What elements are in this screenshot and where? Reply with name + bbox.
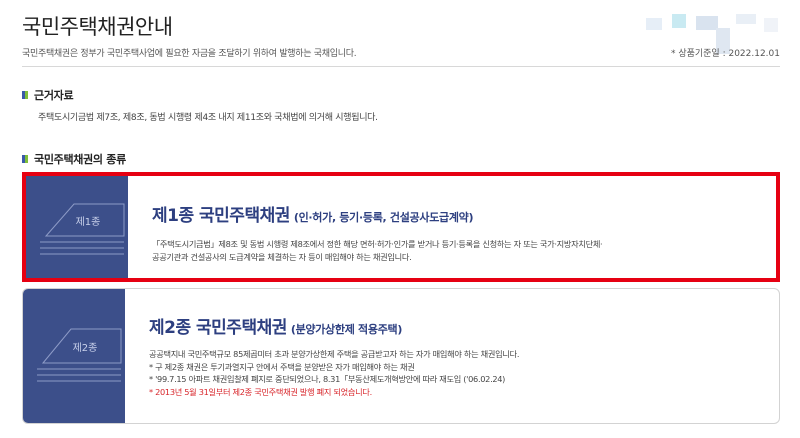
bond-type-2-description: 공공택지내 국민주택규모 85제곱미터 초과 분양가상한제 주택을 공급받고자 … bbox=[149, 348, 769, 398]
bond-type-1-badge: 제1종 bbox=[26, 176, 128, 278]
bond-type-1-title-text: 제1종 국민주택채권 bbox=[152, 206, 290, 226]
page-subtitle: 국민주택채권은 정부가 국민주택사업에 필요한 자금을 조달하기 위하여 발행하… bbox=[22, 49, 357, 59]
reference-date: * 상품기준일 : 2022.12.01 bbox=[670, 49, 780, 59]
bond-type-1-title: 제1종 국민주택채권 (인·허가, 등기·등록, 건설공사도급계약) bbox=[152, 201, 766, 226]
bond-type-2-title: 제2종 국민주택채권 (분양가상한제 적용주택) bbox=[149, 313, 769, 338]
bond-type-1-description: 「주택도시기금법」제8조 및 동법 시행령 제8조에서 정한 해당 면허·허가·… bbox=[152, 238, 766, 263]
bond-type-1-card[interactable]: 제1종 제1종 국민주택채권 (인·허가, 등기·등록, 건설공사도급계약) 「주… bbox=[22, 172, 780, 282]
bond-type-2-card[interactable]: 제2종 제2종 국민주택채권 (분양가상한제 적용주택) 공공택지내 국민주택규모… bbox=[22, 288, 780, 424]
basis-section-heading: 근거자료 bbox=[22, 87, 74, 103]
bond-type-2-subtitle: (분양가상한제 적용주택) bbox=[290, 323, 403, 336]
bond-type-1-desc-line: 공공기관과 건설공사의 도급계약을 체결하는 자 등이 매입해야 하는 채권입니… bbox=[152, 251, 412, 262]
document-stack-icon: 제1종 bbox=[40, 203, 125, 255]
bond-type-2-title-text: 제2종 국민주택채권 bbox=[149, 318, 287, 338]
bond-type-2-notice: * 2013년 5월 31일부터 제2종 국민주택채권 발행 폐지 되었습니다. bbox=[149, 386, 372, 397]
types-title: 국민주택채권의 종류 bbox=[34, 153, 126, 166]
document-stack-icon: 제2종 bbox=[37, 328, 122, 382]
bond-type-1-subtitle: (인·허가, 등기·등록, 건설공사도급계약) bbox=[293, 211, 474, 224]
page-title: 국민주택채권안내 bbox=[22, 15, 173, 39]
bond-type-1-badge-label: 제1종 bbox=[76, 216, 101, 228]
page-header: 국민주택채권안내 국민주택채권은 정부가 국민주택사업에 필요한 자금을 조달하… bbox=[22, 12, 780, 59]
bond-type-2-desc-line: * '99.7.15 아파트 채권입찰제 폐지로 중단되었으나, 8.31「부동… bbox=[149, 374, 506, 384]
basis-title: 근거자료 bbox=[34, 89, 74, 102]
section-bullet-icon bbox=[22, 91, 28, 99]
bond-type-1-desc-line: 「주택도시기금법」제8조 및 동법 시행령 제8조에서 정한 해당 면허·허가·… bbox=[152, 239, 603, 249]
header-divider bbox=[22, 66, 780, 67]
basis-text: 주택도시기금법 제7조, 제8조, 동법 시행령 제4조 내지 제11조와 국채… bbox=[38, 113, 378, 123]
bond-type-2-desc-line: 공공택지내 국민주택규모 85제곱미터 초과 분양가상한제 주택을 공급받고자 … bbox=[149, 349, 520, 359]
types-section-heading: 국민주택채권의 종류 bbox=[22, 151, 126, 167]
bond-type-2-badge: 제2종 bbox=[23, 289, 125, 423]
section-bullet-icon bbox=[22, 155, 28, 163]
bond-type-2-badge-label: 제2종 bbox=[73, 342, 98, 354]
bond-type-2-desc-line: * 구 제2종 채권은 투기과열지구 안에서 주택을 분양받은 자가 매입해야 … bbox=[149, 361, 415, 372]
